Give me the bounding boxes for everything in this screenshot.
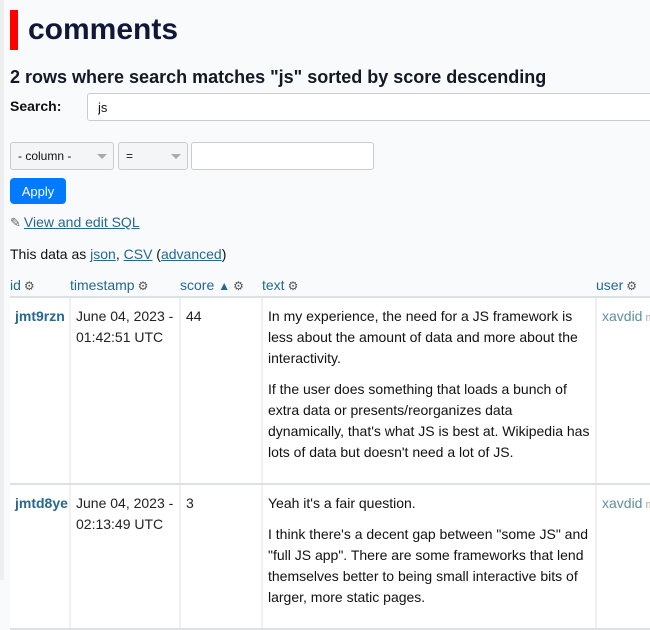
user-link[interactable]: xavdid	[602, 308, 642, 324]
export-paren-close: )	[221, 246, 227, 262]
column-header-score[interactable]: score ▲ ⚙	[180, 272, 262, 298]
filter-value-input[interactable]	[191, 142, 374, 170]
gear-icon[interactable]: ⚙	[288, 279, 299, 293]
sort-ascending-icon: ▲	[218, 279, 231, 293]
pencil-icon: ✎	[10, 215, 21, 230]
column-header-id[interactable]: id ⚙	[10, 272, 70, 298]
export-csv-link[interactable]: CSV	[124, 246, 153, 262]
chevron-down-icon	[171, 154, 181, 159]
view-edit-sql-link[interactable]: View and edit SQL	[24, 214, 140, 230]
cell-text: In my experience, the need for a JS fram…	[262, 297, 597, 485]
page-edge	[0, 0, 4, 580]
table-header-row: id ⚙ timestamp ⚙ score ▲ ⚙ text ⚙ user ⚙	[10, 272, 650, 298]
page-title: comments	[28, 13, 179, 46]
gear-icon[interactable]: ⚙	[233, 279, 244, 293]
cell-score: 3	[180, 484, 263, 630]
export-prefix: This data as	[10, 246, 91, 262]
column-header-label[interactable]: user	[596, 277, 623, 293]
rows-table: id ⚙ timestamp ⚙ score ▲ ⚙ text ⚙ user ⚙ jmt9r…	[10, 272, 650, 630]
export-json-link[interactable]: json	[90, 246, 116, 262]
user-suffix: m	[645, 312, 650, 324]
column-header-text[interactable]: text ⚙	[262, 272, 596, 298]
row-id-link[interactable]: jmt9rzn	[15, 308, 65, 324]
cell-user: xavdidm	[596, 297, 650, 485]
column-header-label[interactable]: score	[180, 277, 214, 293]
cell-id: jmt9rzn	[10, 297, 71, 485]
export-advanced-link[interactable]: advanced	[161, 246, 222, 262]
cell-id: jmtd8ye	[10, 484, 71, 630]
timestamp-date: June 04, 2023 -	[76, 495, 174, 511]
cell-text: Yeah it's a fair question. I think there…	[262, 484, 597, 630]
export-paren-open: (	[152, 246, 161, 262]
timestamp-date: June 04, 2023 -	[76, 308, 174, 324]
column-header-timestamp[interactable]: timestamp ⚙	[70, 272, 180, 298]
column-header-label[interactable]: timestamp	[70, 277, 135, 293]
comment-paragraph: Yeah it's a fair question.	[268, 495, 416, 511]
comment-paragraph: I think there's a decent gap between "so…	[268, 526, 589, 605]
timestamp-time: 02:13:49 UTC	[76, 516, 164, 532]
cell-user: xavdidm	[596, 484, 650, 630]
column-header-label[interactable]: id	[10, 277, 21, 293]
gear-icon[interactable]: ⚙	[24, 279, 35, 293]
user-link[interactable]: xavdid	[602, 495, 642, 511]
title-accent-bar	[10, 10, 18, 50]
timestamp-time: 01:42:51 UTC	[76, 329, 164, 345]
user-suffix: m	[645, 499, 650, 511]
column-header-user[interactable]: user ⚙	[596, 272, 650, 298]
sql-link-row: ✎ View and edit SQL	[10, 214, 140, 231]
apply-button[interactable]: Apply	[10, 178, 66, 204]
export-links: This data as json, CSV (advanced)	[10, 246, 226, 262]
comment-paragraph: In my experience, the need for a JS fram…	[268, 308, 578, 366]
search-label: Search:	[10, 98, 62, 114]
table-row: jmtd8ye June 04, 2023 - 02:13:49 UTC 3 Ye…	[10, 484, 650, 630]
export-separator: ,	[115, 246, 124, 262]
gear-icon[interactable]: ⚙	[626, 279, 637, 293]
result-summary: 2 rows where search matches "js" sorted …	[10, 67, 547, 87]
operator-select[interactable]: =	[118, 142, 188, 170]
table-row: jmt9rzn June 04, 2023 - 01:42:51 UTC 44 I…	[10, 297, 650, 485]
comment-paragraph: If the user does something that loads a …	[268, 381, 590, 460]
column-select-value: - column -	[18, 149, 72, 163]
column-select[interactable]: - column -	[10, 142, 114, 170]
cell-timestamp: June 04, 2023 - 02:13:49 UTC	[70, 484, 181, 630]
cell-timestamp: June 04, 2023 - 01:42:51 UTC	[70, 297, 181, 485]
gear-icon[interactable]: ⚙	[138, 279, 149, 293]
row-id-link[interactable]: jmtd8ye	[15, 495, 68, 511]
operator-select-value: =	[126, 149, 134, 163]
column-header-label[interactable]: text	[262, 277, 285, 293]
chevron-down-icon	[97, 154, 107, 159]
search-input[interactable]	[87, 93, 650, 121]
cell-score: 44	[180, 297, 263, 485]
